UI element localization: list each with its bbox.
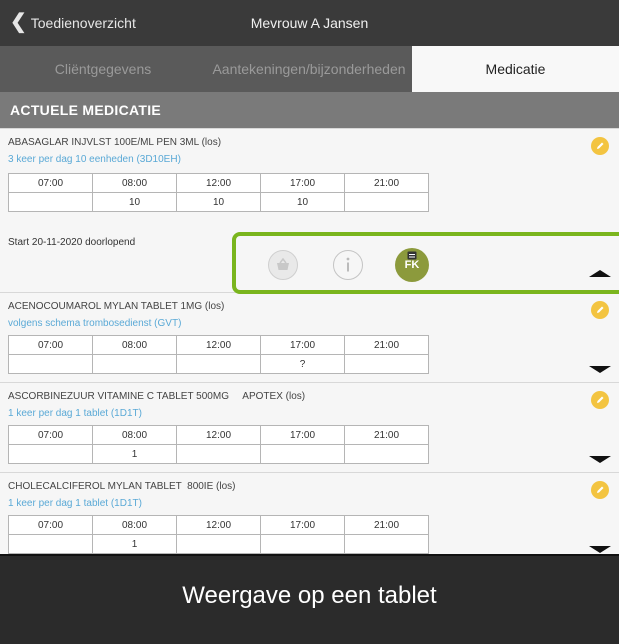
fk-icon[interactable]: FK	[395, 248, 429, 282]
dose-cell: 1	[92, 444, 177, 464]
expand-arrow-icon[interactable]	[589, 456, 611, 463]
schedule-times-row: 07:00 08:00 12:00 17:00 21:00	[8, 515, 429, 535]
schedule-table: 07:00 08:00 12:00 17:00 21:00 1	[8, 425, 429, 464]
schedule-times-row: 07:00 08:00 12:00 17:00 21:00	[8, 335, 429, 355]
dose-cell	[8, 444, 93, 464]
edit-icon[interactable]	[591, 391, 609, 409]
time-cell: 12:00	[176, 515, 261, 535]
dose-cell	[8, 192, 93, 212]
medication-item[interactable]: CHOLECALCIFEROL MYLAN TABLET 800IE (los)…	[0, 472, 619, 558]
schedule-table: 07:00 08:00 12:00 17:00 21:00 1	[8, 515, 429, 554]
expand-arrow-icon[interactable]	[589, 546, 611, 553]
medication-name: ASCORBINEZUUR VITAMINE C TABLET 500MG AP…	[8, 391, 306, 402]
time-cell: 12:00	[176, 425, 261, 445]
time-cell: 07:00	[8, 173, 93, 193]
medication-dosage: 3 keer per dag 10 eenheden (3D10EH)	[8, 154, 181, 165]
medication-dosage: 1 keer per dag 1 tablet (1D1T)	[8, 408, 142, 419]
schedule-doses-row: 1	[8, 534, 429, 554]
schedule-table: 07:00 08:00 12:00 17:00 21:00 10 10 10	[8, 173, 429, 212]
tab-bar: Cliëntgegevens Aantekeningen/bijzonderhe…	[0, 46, 619, 92]
schedule-doses-row: 10 10 10	[8, 192, 429, 212]
edit-icon[interactable]	[591, 137, 609, 155]
time-cell: 08:00	[92, 173, 177, 193]
medication-name: CHOLECALCIFEROL MYLAN TABLET 800IE (los)	[8, 481, 236, 492]
time-cell: 08:00	[92, 515, 177, 535]
time-cell: 07:00	[8, 515, 93, 535]
fk-label: FK	[404, 259, 420, 271]
schedule-doses-row: ?	[8, 354, 429, 374]
dose-cell: 1	[92, 534, 177, 554]
dose-cell: 10	[176, 192, 261, 212]
section-header: ACTUELE MEDICATIE	[0, 92, 619, 128]
time-cell: 17:00	[260, 173, 345, 193]
time-cell: 08:00	[92, 425, 177, 445]
dose-cell	[176, 444, 261, 464]
edit-icon[interactable]	[591, 301, 609, 319]
caption-text: Weergave op een tablet	[182, 582, 437, 609]
edit-icon[interactable]	[591, 481, 609, 499]
tab-medicatie[interactable]: Medicatie	[412, 46, 619, 92]
medication-dosage: 1 keer per dag 1 tablet (1D1T)	[8, 498, 142, 509]
schedule-times-row: 07:00 08:00 12:00 17:00 21:00	[8, 425, 429, 445]
tab-aantekeningen[interactable]: Aantekeningen/bijzonderheden	[206, 46, 412, 92]
dose-cell	[344, 192, 429, 212]
dose-cell	[8, 534, 93, 554]
dose-cell: ?	[260, 354, 345, 374]
dose-cell: 10	[92, 192, 177, 212]
dose-cell	[344, 444, 429, 464]
dose-cell	[260, 534, 345, 554]
dose-cell	[92, 354, 177, 374]
time-cell: 21:00	[344, 425, 429, 445]
dose-cell	[176, 354, 261, 374]
schedule-times-row: 07:00 08:00 12:00 17:00 21:00	[8, 173, 429, 193]
time-cell: 17:00	[260, 515, 345, 535]
medication-name: ACENOCOUMAROL MYLAN TABLET 1MG (los)	[8, 301, 225, 312]
medication-name: ABASAGLAR INJVLST 100E/ML PEN 3ML (los)	[8, 137, 222, 148]
medication-item[interactable]: ACENOCOUMAROL MYLAN TABLET 1MG (los) vol…	[0, 292, 619, 382]
medication-list: ABASAGLAR INJVLST 100E/ML PEN 3ML (los) …	[0, 128, 619, 558]
medication-dosage: volgens schema trombosedienst (GVT)	[8, 318, 182, 329]
dose-cell	[344, 354, 429, 374]
start-date: Start 20-11-2020 doorlopend	[8, 237, 136, 248]
info-icon[interactable]	[333, 250, 363, 280]
page-title: Mevrouw A Jansen	[250, 15, 369, 31]
schedule-table: 07:00 08:00 12:00 17:00 21:00 ?	[8, 335, 429, 374]
time-cell: 17:00	[260, 425, 345, 445]
time-cell: 21:00	[344, 173, 429, 193]
time-cell: 12:00	[176, 335, 261, 355]
basket-icon[interactable]	[268, 250, 298, 280]
schedule-doses-row: 1	[8, 444, 429, 464]
dose-cell	[260, 444, 345, 464]
dose-cell	[8, 354, 93, 374]
time-cell: 21:00	[344, 515, 429, 535]
time-cell: 08:00	[92, 335, 177, 355]
time-cell: 17:00	[260, 335, 345, 355]
time-cell: 07:00	[8, 335, 93, 355]
dose-cell	[176, 534, 261, 554]
top-bar: ❮ Toedienoverzicht Mevrouw A Jansen	[0, 0, 619, 46]
time-cell: 12:00	[176, 173, 261, 193]
dose-cell	[344, 534, 429, 554]
medication-item[interactable]: ASCORBINEZUUR VITAMINE C TABLET 500MG AP…	[0, 382, 619, 472]
time-cell: 21:00	[344, 335, 429, 355]
tab-clientgegevens[interactable]: Cliëntgegevens	[0, 46, 206, 92]
time-cell: 07:00	[8, 425, 93, 445]
expand-arrow-icon[interactable]	[589, 366, 611, 373]
caption-banner: Weergave op een tablet	[0, 554, 619, 644]
dose-cell: 10	[260, 192, 345, 212]
